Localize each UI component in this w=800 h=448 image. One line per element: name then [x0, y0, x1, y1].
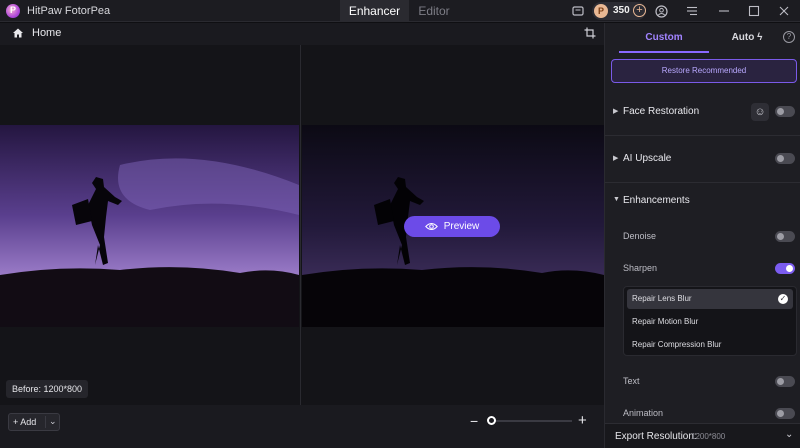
preview-button[interactable]: Preview	[404, 216, 500, 237]
sharpen-label: Sharpen	[623, 263, 658, 273]
divider	[605, 135, 800, 136]
option-repair-compression-blur[interactable]: Repair Compression Blur	[627, 335, 793, 355]
add-label: Add	[20, 417, 37, 427]
animation-toggle[interactable]	[775, 408, 795, 419]
zoom-in-button[interactable]: +	[578, 412, 587, 429]
message-icon[interactable]	[570, 3, 586, 19]
denoise-label: Denoise	[623, 231, 657, 241]
caret-right-icon: ▶	[613, 108, 619, 115]
ai-upscale-toggle[interactable]	[775, 153, 795, 164]
section-enhancements[interactable]: ▼ Enhancements	[605, 189, 800, 213]
close-icon[interactable]	[776, 3, 792, 19]
face-restoration-label: Face Restoration	[623, 106, 700, 117]
zoom-slider-thumb[interactable]	[487, 416, 496, 425]
animation-label: Animation	[623, 408, 664, 418]
option-repair-lens-blur[interactable]: Repair Lens Blur ✓	[627, 289, 793, 309]
add-button-divider	[45, 416, 46, 428]
before-resolution-label: Before: 1200*800	[6, 380, 89, 398]
app-logo: P	[6, 4, 20, 18]
double-chevron-down-icon[interactable]: ⌄	[785, 429, 793, 440]
tab-auto[interactable]: Auto ϟ	[717, 23, 777, 53]
coin-icon: P	[594, 4, 608, 18]
face-restoration-toggle[interactable]	[775, 106, 795, 117]
canvas-toolbar: Home	[0, 23, 604, 45]
app-title: HitPaw FotorPea	[27, 5, 111, 17]
split-divider[interactable]	[300, 45, 301, 405]
settings-panel: Custom Auto ϟ ? Restore Recommended ▶ Fa…	[604, 23, 800, 448]
restore-recommended-button[interactable]: Restore Recommended	[611, 59, 797, 83]
tab-enhancer[interactable]: Enhancer	[340, 0, 409, 22]
check-icon: ✓	[778, 294, 788, 304]
tab-custom[interactable]: Custom	[619, 23, 709, 53]
text-label: Text	[623, 376, 640, 386]
bottom-bar: + Add ⌄ − +	[0, 405, 604, 448]
export-resolution-bar[interactable]: Export Resolution: 1200*800 ⌄	[605, 423, 800, 448]
enhancements-label: Enhancements	[623, 195, 690, 206]
eye-icon	[424, 223, 438, 230]
credits-count: 350	[613, 5, 630, 16]
text-toggle[interactable]	[775, 376, 795, 387]
credits-badge[interactable]: P 350 +	[592, 2, 646, 20]
sharpen-toggle[interactable]	[775, 263, 795, 274]
comparison-canvas[interactable]: Preview Before: 1200*800	[0, 45, 604, 405]
help-icon[interactable]: ?	[783, 31, 795, 43]
section-face-restoration[interactable]: ▶ Face Restoration ☺	[605, 100, 800, 124]
maximize-icon[interactable]	[746, 3, 762, 19]
title-bar: P HitPaw FotorPea Enhancer Editor P 350 …	[0, 0, 800, 22]
minimize-icon[interactable]	[716, 3, 732, 19]
export-resolution-value: 1200*800	[691, 432, 726, 441]
menu-icon[interactable]	[684, 3, 700, 19]
tab-editor[interactable]: Editor	[410, 0, 458, 22]
item-text: Text	[605, 370, 800, 394]
denoise-toggle[interactable]	[775, 231, 795, 242]
home-label: Home	[32, 27, 62, 39]
lightning-icon: ϟ	[757, 32, 763, 43]
caret-down-icon: ▼	[613, 196, 620, 203]
add-button[interactable]: + Add ⌄	[8, 413, 60, 431]
divider	[605, 182, 800, 183]
crop-icon[interactable]	[584, 27, 598, 41]
item-sharpen: Sharpen	[605, 257, 800, 281]
face-icon[interactable]: ☺	[751, 103, 769, 121]
option-repair-motion-blur[interactable]: Repair Motion Blur	[627, 312, 793, 332]
export-resolution-label: Export Resolution:	[615, 431, 697, 442]
chevron-down-icon[interactable]: ⌄	[49, 416, 57, 427]
preview-label: Preview	[443, 221, 480, 232]
item-denoise: Denoise	[605, 225, 800, 249]
add-credits-icon[interactable]: +	[633, 4, 646, 17]
tab-auto-label: Auto	[731, 32, 755, 43]
account-icon[interactable]	[653, 3, 669, 19]
zoom-out-button[interactable]: −	[470, 413, 478, 429]
caret-right-icon: ▶	[613, 155, 619, 162]
ai-upscale-label: AI Upscale	[623, 153, 672, 164]
sharpen-options-list: Repair Lens Blur ✓ Repair Motion Blur Re…	[623, 286, 797, 356]
section-ai-upscale[interactable]: ▶ AI Upscale	[605, 147, 800, 171]
zoom-slider-track[interactable]	[492, 420, 572, 422]
home-icon	[13, 28, 23, 38]
home-button[interactable]: Home	[12, 27, 61, 39]
before-image	[0, 125, 299, 327]
